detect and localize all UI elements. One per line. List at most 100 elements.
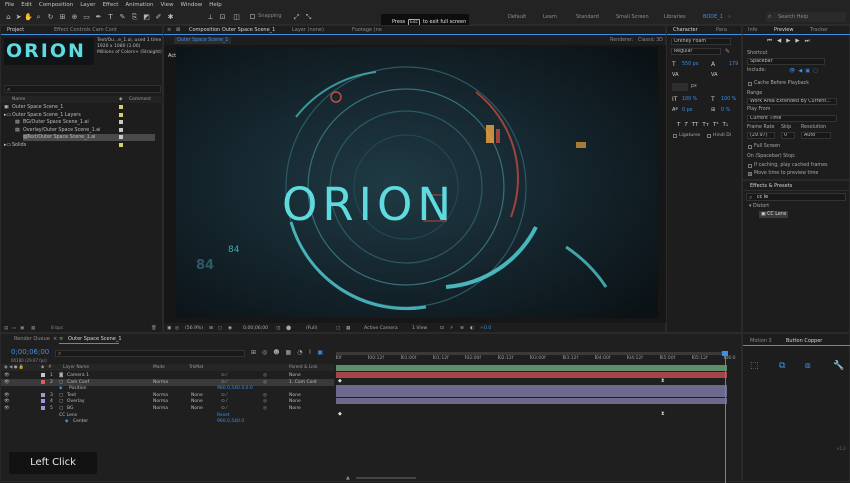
project-item[interactable]: ▤ Overlay/Outer Space Scene_1.ai [1, 127, 161, 134]
brush-tool-icon[interactable]: ✎ [118, 12, 127, 22]
overlay-toggle-icon[interactable]: ▣ [805, 68, 810, 74]
pan-behind-tool-icon[interactable]: ⊕ [70, 12, 79, 22]
exposure-value[interactable]: +0.0 [480, 324, 491, 333]
project-item[interactable]: ▣ Outer Space Scene_1 [1, 104, 161, 111]
column-layer-name[interactable]: Layer Name [63, 364, 89, 371]
trash-icon[interactable]: 🗑 [151, 326, 157, 331]
shortcut-dropdown[interactable]: Spacebar [747, 58, 825, 65]
faux-italic-button[interactable]: T [684, 122, 687, 128]
type-tool-icon[interactable]: T [106, 12, 115, 22]
horizontal-scale-value[interactable]: 100 % [721, 97, 736, 102]
playhead[interactable] [725, 352, 726, 483]
keyframe[interactable]: ⧗ [661, 411, 665, 417]
safe-zone-icon[interactable]: ◻ [218, 324, 222, 333]
label-color-swatch[interactable] [119, 143, 123, 147]
if-caching-checkbox[interactable] [748, 164, 752, 168]
close-icon[interactable]: × [53, 336, 57, 342]
tab-motion3[interactable]: Motion 3 [747, 337, 775, 345]
workspace-learn[interactable]: Learn [543, 14, 557, 20]
new-folder-icon[interactable]: ▭ [12, 326, 16, 331]
transparency-grid-icon[interactable]: ▦ [346, 324, 350, 333]
snap-option-icon[interactable]: ⤢ [292, 12, 301, 22]
project-item[interactable]: ▸▭ Solids [1, 142, 161, 149]
resolution-dropdown[interactable]: Auto [801, 132, 831, 139]
property-row-center[interactable]: ◆ Center 960.0,540.0 [1, 418, 334, 425]
stopwatch-icon[interactable]: ◆ [65, 418, 68, 425]
timeline-current-time[interactable]: 0;00;06;00 [11, 348, 49, 356]
workspace-small-screen[interactable]: Small Screen [616, 14, 649, 20]
font-family-dropdown[interactable]: Orkney Foam [671, 38, 731, 45]
layer-controls-toggle-icon[interactable]: ▢ [813, 68, 818, 74]
menu-file[interactable]: File [5, 2, 14, 8]
grid-icon[interactable]: ⊞ [209, 324, 213, 333]
current-time-display[interactable]: 0;00;06;00 [243, 324, 268, 333]
tab-character[interactable]: Character [670, 26, 701, 34]
layer-label-color[interactable] [41, 379, 45, 384]
hand-tool-icon[interactable]: ✋ [24, 12, 33, 22]
video-toggle-icon[interactable]: 👁 [789, 68, 795, 74]
tab-timeline-comp[interactable]: Outer Space Scene_1 [65, 335, 125, 343]
axis-mode-view-icon[interactable]: ◫ [232, 12, 241, 22]
small-caps-button[interactable]: Tт [702, 122, 709, 128]
baseline-shift-value[interactable]: 0 px [682, 108, 692, 113]
draft-3d-icon[interactable]: ◎ [262, 349, 267, 356]
project-item[interactable]: ▤ BG/Outer Space Scene_1.ai [1, 119, 161, 126]
column-trkmat[interactable]: TrkMat [189, 364, 203, 371]
tracking-unit[interactable]: px [691, 84, 697, 89]
layer-duration-bar[interactable] [336, 391, 727, 398]
tab-button-copper[interactable]: Button Copper [783, 337, 825, 345]
workspace-default[interactable]: Default [508, 14, 526, 20]
font-style-dropdown[interactable]: Regular [671, 48, 721, 55]
clone-stamp-tool-icon[interactable]: ⎘ [130, 12, 139, 22]
label-color-swatch[interactable] [119, 120, 123, 125]
region-of-interest-icon[interactable]: ▢ [336, 324, 340, 333]
all-caps-button[interactable]: TT [692, 122, 699, 128]
timeline-search-input[interactable]: ⌕ [55, 350, 245, 357]
tab-effects-presets[interactable]: Effects & Presets [747, 182, 795, 190]
render-icon[interactable]: ▣ [317, 349, 323, 356]
zoom-out-icon[interactable]: ▲ [346, 475, 350, 481]
new-comp-icon[interactable]: ▣ [20, 326, 24, 331]
keyframe[interactable]: ⧗ [661, 378, 665, 384]
always-preview-icon[interactable]: ▣ [167, 324, 171, 333]
copy-keyframes-icon[interactable]: ⬚ [750, 361, 759, 371]
renderer-value[interactable]: Classic 3D [638, 38, 663, 43]
snapping-checkbox[interactable] [250, 14, 255, 19]
view-layout-dropdown[interactable]: 1 View [412, 324, 427, 333]
column-comment[interactable]: Comment [129, 96, 151, 103]
tab-preview[interactable]: Preview [771, 26, 796, 34]
menu-icon[interactable]: ≡ [167, 27, 171, 33]
search-help-box[interactable]: ⌕ Search Help [766, 12, 846, 22]
subscript-button[interactable]: T₁ [723, 122, 729, 128]
last-frame-button[interactable]: ⏭ [805, 38, 810, 45]
keyframe[interactable]: ◆ [338, 411, 342, 417]
layer-label-color[interactable] [41, 399, 45, 404]
hindi-digits-checkbox[interactable] [707, 134, 711, 138]
tab-project[interactable]: Project [4, 26, 27, 34]
layer-label-color[interactable] [41, 406, 45, 410]
layer-label-color[interactable] [41, 392, 45, 397]
selection-tool-icon[interactable]: ➤ [14, 12, 23, 22]
font-size-value[interactable]: 550 px [682, 62, 699, 67]
copy-layer-icon[interactable]: ⧈ [805, 361, 811, 371]
label-color-swatch[interactable] [119, 105, 123, 109]
tab-composition[interactable]: Composition Outer Space Scene_1 [186, 26, 278, 34]
frame-blending-icon[interactable]: ▦ [286, 349, 292, 356]
camera-view-dropdown[interactable]: Active Camera [364, 324, 398, 333]
home-icon[interactable]: ⌂ [4, 12, 13, 22]
workspace-active[interactable]: BODE_1 [703, 14, 723, 20]
menu-help[interactable]: Help [209, 2, 222, 8]
keyframe[interactable]: ◆ [338, 378, 342, 384]
graph-editor-icon[interactable]: ⌇ [308, 349, 311, 356]
pen-tool-icon[interactable]: ✒ [94, 12, 103, 22]
effects-search-input[interactable]: ⌕ cc le [746, 193, 846, 201]
camera-icon[interactable]: ◉ [228, 324, 232, 333]
effect-category-distort[interactable]: ▾ Distort [749, 203, 769, 210]
menu-edit[interactable]: Edit [21, 2, 32, 8]
layer-label-color[interactable] [41, 373, 45, 377]
layer-duration-bar[interactable] [336, 398, 727, 404]
tab-effect-controls[interactable]: Effect Controls Cam Cont [51, 26, 120, 34]
menu-animation[interactable]: Animation [125, 2, 153, 8]
camera-tool-icon[interactable]: ⊞ [58, 12, 67, 22]
audio-toggle-icon[interactable]: ◀ [798, 68, 802, 74]
